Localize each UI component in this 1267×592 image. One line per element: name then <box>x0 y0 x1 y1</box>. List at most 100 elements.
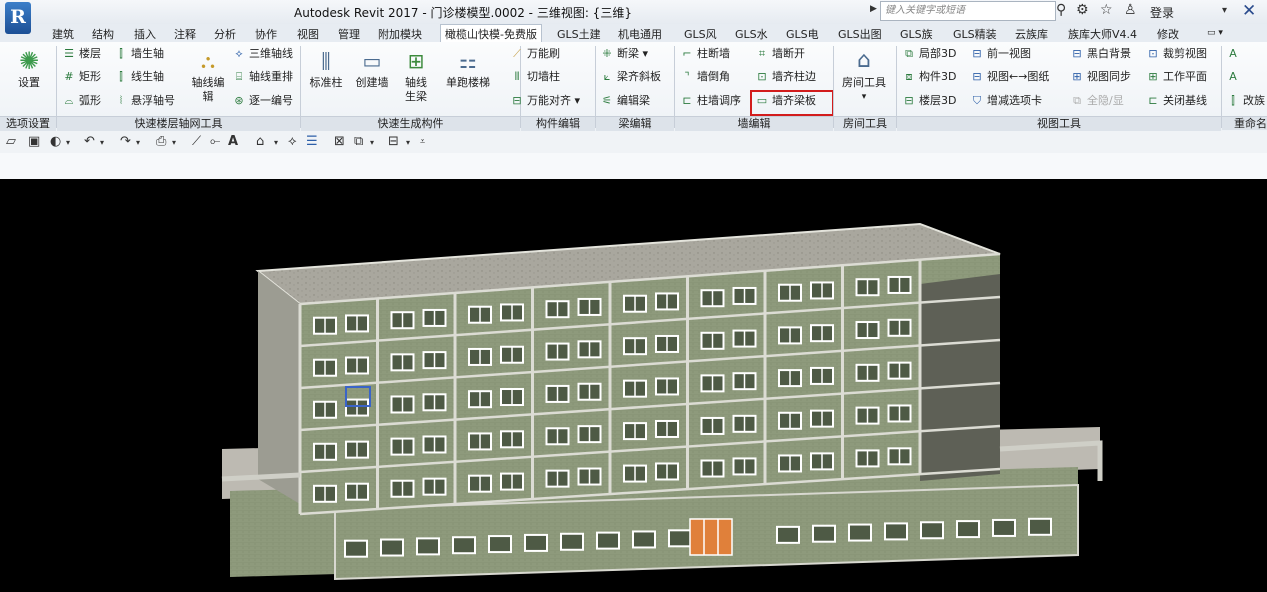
edit-beam-button[interactable]: ⚟ 编辑梁 <box>600 92 650 110</box>
tab-annotate[interactable]: 注释 <box>174 26 196 42</box>
arc-grid-button[interactable]: ⌓ 弧形 <box>62 92 101 110</box>
column-wall-order-button[interactable]: ⊏ 柱墙调序 <box>680 92 741 110</box>
tab-gls-finish[interactable]: GLS精装 <box>953 26 997 42</box>
tab-structure[interactable]: 结构 <box>92 26 114 42</box>
login-button[interactable]: 登录 <box>1150 4 1174 21</box>
open-icon[interactable]: ▱ <box>6 134 16 149</box>
tab-olive-mountain[interactable]: 橄榄山快模-免费版 <box>440 24 542 43</box>
3d-grid-button[interactable]: ⟡ 三维轴线 <box>232 45 293 63</box>
rename-b-button[interactable]: A <box>1226 68 1243 86</box>
undo-icon[interactable]: ↶ <box>84 134 95 149</box>
tab-gls-civil[interactable]: GLS土建 <box>557 26 601 42</box>
tab-addins[interactable]: 附加模块 <box>378 26 422 42</box>
user-icon[interactable]: ♙ <box>1124 2 1137 18</box>
chevron-down-icon[interactable]: ▾ <box>66 138 70 147</box>
sync-icon[interactable]: ◐ <box>50 134 61 149</box>
minimize-ribbon-icon[interactable]: ▭ ▾ <box>1207 28 1223 38</box>
cut-wall-column-button[interactable]: ⦀ 切墙柱 <box>510 68 560 86</box>
tab-gls-family[interactable]: GLS族 <box>900 26 933 42</box>
single-stair-button[interactable]: ⚏ 单跑楼梯 <box>440 46 496 90</box>
grid-reorder-button[interactable]: ⌸ 轴线重排 <box>232 68 293 86</box>
chevron-down-icon[interactable]: ▾ <box>406 138 410 147</box>
chevron-down-icon[interactable]: ▾ <box>370 138 374 147</box>
previous-view-button[interactable]: ⊟ 前一视图 <box>970 45 1031 63</box>
exchange-apps-icon[interactable]: ✕ <box>1242 1 1256 21</box>
universal-brush-button[interactable]: ⟋ 万能刷 <box>510 45 560 63</box>
crop-view-button[interactable]: ⊡ 裁剪视图 <box>1146 45 1207 63</box>
universal-align-button[interactable]: ⊟ 万能对齐 ▾ <box>510 92 580 110</box>
local-3d-button[interactable]: ⧉ 局部3D <box>902 45 956 63</box>
tile-icon[interactable]: ⊟ <box>388 134 399 149</box>
tab-cloud-library[interactable]: 云族库 <box>1015 26 1048 42</box>
break-beam-button[interactable]: ⁜ 断梁 ▾ <box>600 45 648 63</box>
level-button[interactable]: ☰ 楼层 <box>62 45 101 63</box>
title-bar: R Autodesk Revit 2017 - 门诊楼模型.0002 - 三维视… <box>0 0 1267 34</box>
tab-insert[interactable]: 插入 <box>134 26 156 42</box>
favorites-star-icon[interactable]: ☆ <box>1100 2 1113 18</box>
room-tools-button[interactable]: ⌂ 房间工具 ▾ <box>836 46 892 104</box>
tab-gls-electric[interactable]: GLS电 <box>786 26 819 42</box>
customize-icon[interactable]: ⩡ <box>420 137 425 147</box>
wall-align-column-button[interactable]: ⊡ 墙齐柱边 <box>755 68 816 86</box>
save-icon[interactable]: ▣ <box>28 134 40 149</box>
tab-architecture[interactable]: 建筑 <box>52 26 74 42</box>
switch-windows-icon[interactable]: ⧉ <box>354 134 363 149</box>
revit-app-button[interactable]: R <box>5 2 31 34</box>
tab-analyze[interactable]: 分析 <box>214 26 236 42</box>
view-sync-button[interactable]: ⊞ 视图同步 <box>1070 68 1131 86</box>
rename-a-button[interactable]: A <box>1226 45 1243 63</box>
toggle-tabs-button[interactable]: ⛉ 增减选项卡 <box>970 92 1042 110</box>
redo-icon[interactable]: ↷ <box>120 134 131 149</box>
chevron-down-icon[interactable]: ▾ <box>172 138 176 147</box>
hide-show-all-button[interactable]: ⧉ 全隐/显 <box>1070 92 1124 110</box>
wall-to-grid-button[interactable]: ⫿ 墙生轴 <box>114 45 164 63</box>
3d-viewport[interactable] <box>0 179 1267 592</box>
chevron-down-icon[interactable]: ▾ <box>136 138 140 147</box>
rect-grid-button[interactable]: # 矩形 <box>62 68 101 86</box>
beam-align-slab-button[interactable]: ⟀ 梁齐斜板 <box>600 68 661 86</box>
wall-chamfer-button[interactable]: ⌝ 墙倒角 <box>680 68 730 86</box>
dropdown-icon[interactable]: ▾ <box>1222 5 1227 16</box>
rename-family-button[interactable]: ⫿ 改族 <box>1226 92 1265 110</box>
expand-arrow-icon[interactable]: ▶ <box>870 4 877 14</box>
3d-view-icon[interactable]: ⌂ <box>256 134 264 149</box>
search-input[interactable]: 键入关键字或短语 <box>880 1 1056 21</box>
create-wall-button[interactable]: ▭ 创建墙 <box>350 46 394 90</box>
section-icon[interactable]: ⟡ <box>288 134 297 149</box>
standard-column-button[interactable]: ⫼ 标准柱 <box>306 46 346 90</box>
level-3d-button[interactable]: ⊟ 楼层3D <box>902 92 956 110</box>
component-3d-button[interactable]: ⧈ 构件3D <box>902 68 957 86</box>
grid-edit-button[interactable]: ⛬ 轴线编辑 <box>190 46 226 104</box>
chevron-down-icon[interactable]: ▾ <box>274 138 278 147</box>
tab-collaborate[interactable]: 协作 <box>255 26 277 42</box>
tab-gls-hvac[interactable]: GLS风 <box>684 26 717 42</box>
renumber-button[interactable]: ⊛ 逐一编号 <box>232 92 293 110</box>
dimension-icon[interactable]: ⟜ <box>210 134 220 149</box>
line-to-grid-button[interactable]: ⫿ 线生轴 <box>114 68 164 86</box>
close-underlay-button[interactable]: ⊏ 关闭基线 <box>1146 92 1207 110</box>
measure-icon[interactable]: ⟋ <box>192 134 201 149</box>
tab-modify[interactable]: 修改 <box>1157 26 1179 42</box>
tab-manage[interactable]: 管理 <box>338 26 360 42</box>
subscription-icon[interactable]: ⚙ <box>1076 2 1089 18</box>
work-plane-button[interactable]: ⊞ 工作平面 <box>1146 68 1207 86</box>
view-sheet-button[interactable]: ⊟ 视图←→图纸 <box>970 68 1049 86</box>
close-hidden-icon[interactable]: ⊠ <box>334 134 345 149</box>
thin-lines-icon[interactable]: ☰ <box>306 134 318 149</box>
tab-mep-general[interactable]: 机电通用 <box>618 26 662 42</box>
floating-grid-tag-button[interactable]: ⦚ 悬浮轴号 <box>114 92 175 110</box>
grid-to-beam-button[interactable]: ⊞ 轴线生梁 <box>398 46 434 104</box>
print-icon[interactable]: ⎙ <box>156 134 166 149</box>
tab-gls-water[interactable]: GLS水 <box>735 26 768 42</box>
bw-background-button[interactable]: ⊟ 黑白背景 <box>1070 45 1131 63</box>
wall-break-button[interactable]: ⌗ 墙断开 <box>755 45 805 63</box>
tab-view[interactable]: 视图 <box>297 26 319 42</box>
settings-button[interactable]: ✺ 设置 <box>6 46 52 90</box>
chevron-down-icon[interactable]: ▾ <box>100 138 104 147</box>
column-break-wall-button[interactable]: ⌐ 柱断墙 <box>680 45 730 63</box>
text-icon[interactable]: A <box>228 134 238 149</box>
binoculars-icon[interactable]: ⚲ <box>1056 2 1066 18</box>
panel-label-grid: 快速楼层轴网工具 <box>57 116 300 131</box>
tab-gls-drawing[interactable]: GLS出图 <box>838 26 882 42</box>
tab-family-master[interactable]: 族库大师V4.4 <box>1068 26 1137 42</box>
